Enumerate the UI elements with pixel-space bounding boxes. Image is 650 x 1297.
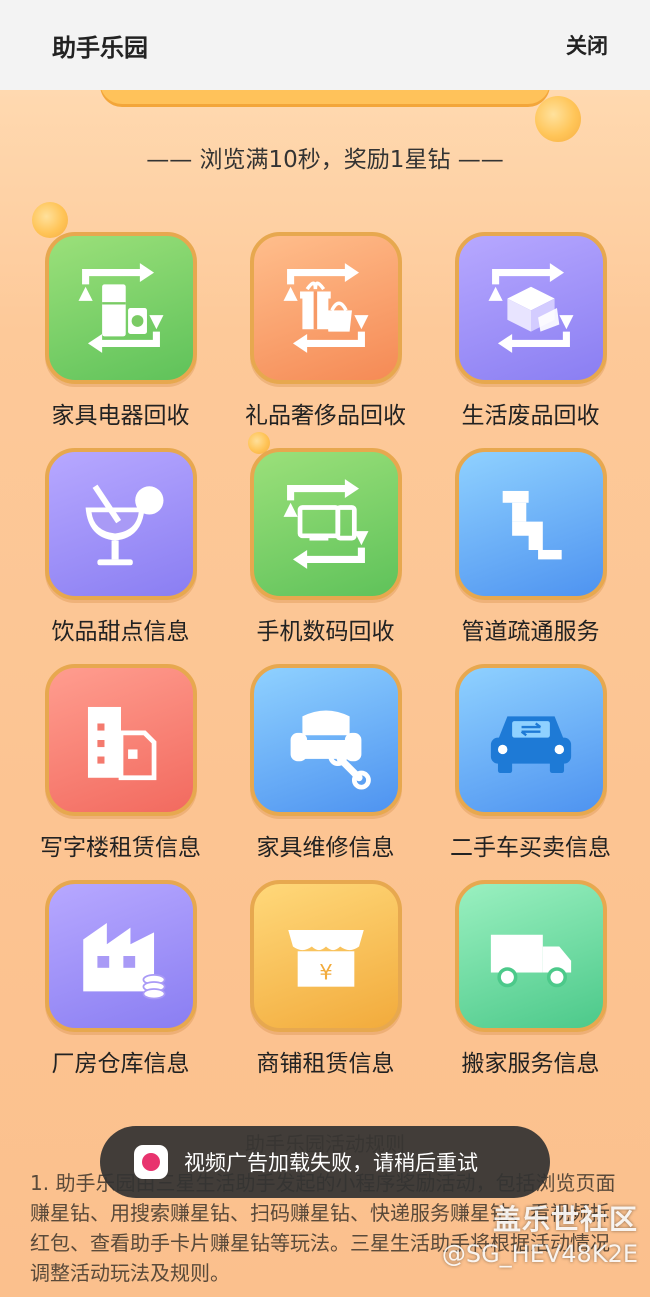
tile-label: 饮品甜点信息 (51, 619, 190, 645)
tile-label: 写字楼租赁信息 (40, 835, 201, 861)
top-bar: 助手乐园 关闭 (0, 0, 650, 90)
page-title: 助手乐园 (52, 33, 148, 62)
tile-label: 二手车买卖信息 (450, 835, 611, 861)
tile-appliance-recycle[interactable]: 家具电器回收 (18, 232, 223, 432)
pipe-icon (502, 490, 562, 560)
tile-office-rental[interactable]: 写字楼租赁信息 (18, 664, 223, 864)
tile-label: 厂房仓库信息 (51, 1051, 190, 1077)
tile-pipe-service[interactable]: 管道疏通服务 (428, 448, 633, 648)
coin-decoration-icon (535, 96, 581, 142)
banner-button-edge (100, 90, 550, 104)
tile-label: 礼品奢侈品回收 (245, 403, 406, 429)
watermark-title: 盖乐世社区 (492, 1203, 638, 1236)
tile-factory-warehouse[interactable]: 厂房仓库信息 (18, 880, 223, 1080)
watermark: 盖乐世社区 @SG_HEV48K2E (442, 1198, 638, 1268)
tile-label: 生活废品回收 (461, 403, 600, 429)
tile-digital-recycle[interactable]: 手机数码回收 (223, 448, 428, 648)
factory-icon (82, 922, 166, 1000)
tile-moving-service[interactable]: 搬家服务信息 (428, 880, 633, 1080)
tile-label: 商铺租赁信息 (256, 1051, 395, 1077)
tile-label: 搬家服务信息 (461, 1051, 600, 1077)
svg-text:¥: ¥ (319, 961, 333, 986)
digital-recycle-icon (283, 479, 368, 569)
tile-label: 手机数码回收 (256, 619, 395, 645)
tile-used-car[interactable]: 二手车买卖信息 (428, 664, 633, 864)
office-building-icon (87, 706, 156, 781)
gift-recycle-icon (283, 263, 368, 353)
drink-icon (85, 484, 163, 566)
car-icon (490, 716, 571, 774)
tile-gift-recycle[interactable]: 礼品奢侈品回收 (223, 232, 428, 432)
tile-label: 家具维修信息 (256, 835, 395, 861)
close-button[interactable]: 关闭 (566, 30, 608, 60)
tile-shop-rental[interactable]: ¥ 商铺租赁信息 (223, 880, 428, 1080)
truck-icon (490, 934, 571, 988)
waste-recycle-icon (488, 263, 573, 353)
app-icon (134, 1145, 168, 1179)
toast-message: 视频广告加载失败，请稍后重试 (184, 1151, 478, 1175)
tile-furniture-repair[interactable]: 家具维修信息 (223, 664, 428, 864)
appliance-recycle-icon (78, 263, 163, 353)
shop-icon: ¥ (287, 930, 364, 987)
tile-drink-dessert[interactable]: 饮品甜点信息 (18, 448, 223, 648)
toast: 视频广告加载失败，请稍后重试 (100, 1126, 550, 1198)
sofa-repair-icon (290, 710, 371, 790)
browse-reward-subtitle: —— 浏览满10秒，奖励1星钻 —— (146, 147, 504, 173)
tile-waste-recycle[interactable]: 生活废品回收 (428, 232, 633, 432)
watermark-user: @SG_HEV48K2E (441, 1240, 638, 1268)
tile-label: 管道疏通服务 (461, 619, 600, 645)
tile-label: 家具电器回收 (51, 403, 190, 429)
